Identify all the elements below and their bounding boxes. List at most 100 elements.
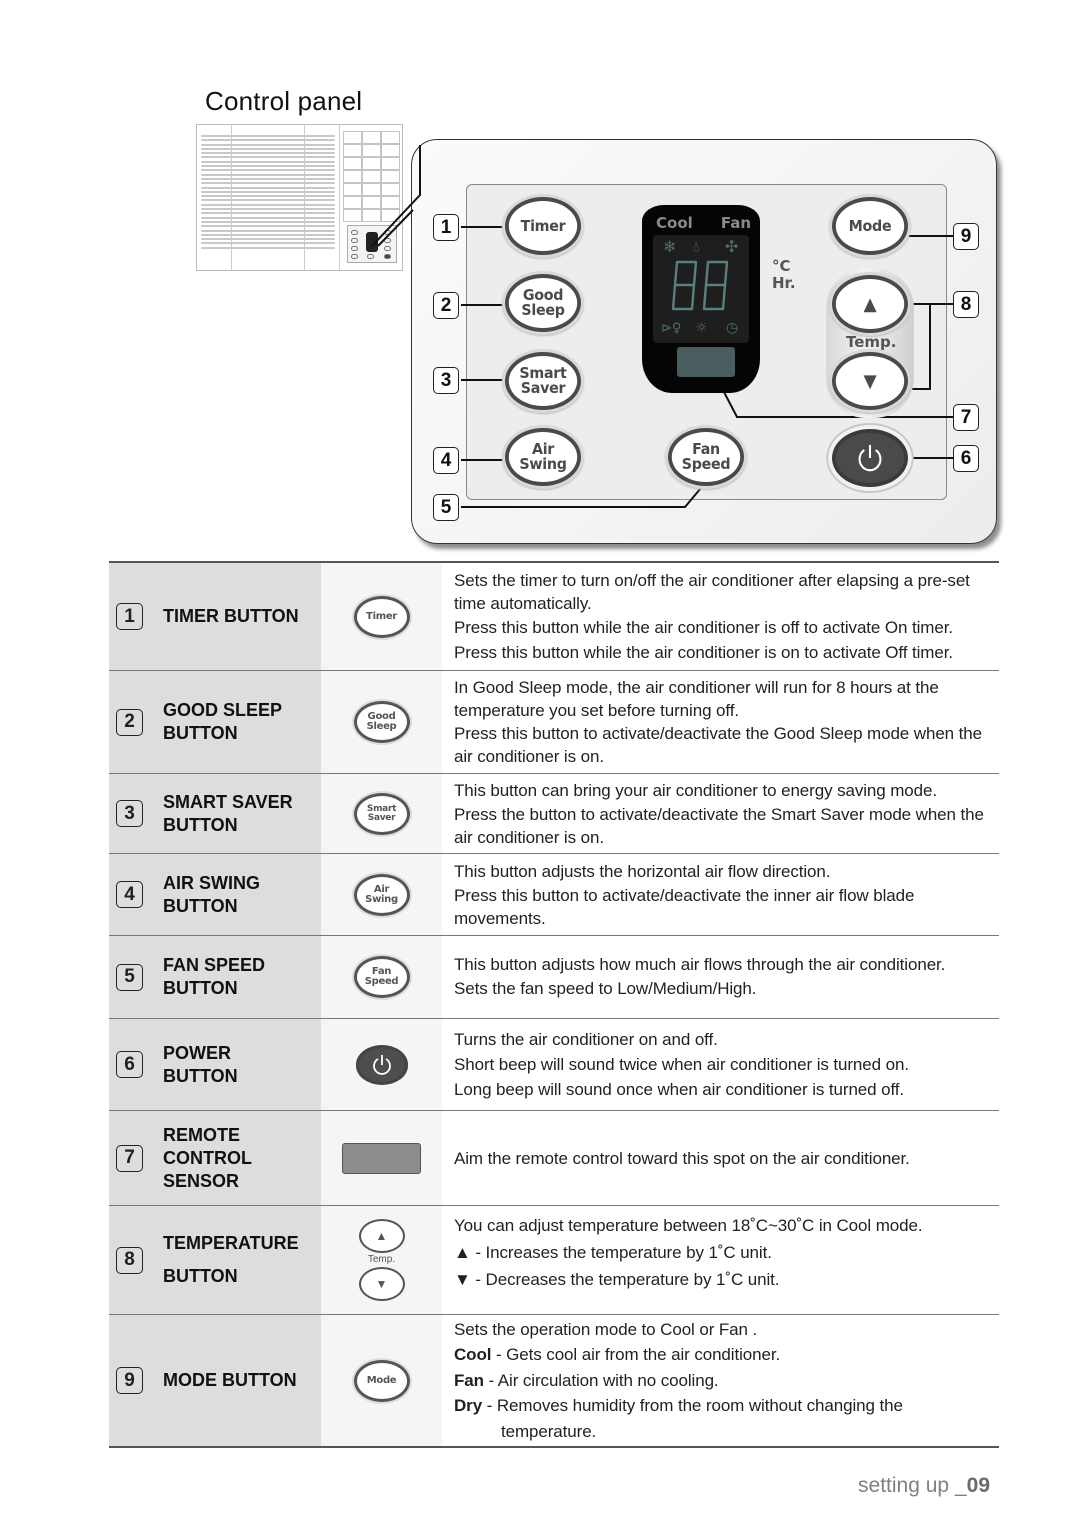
callout-4: 4 bbox=[433, 447, 459, 474]
sleep-icon: ⊳♀ bbox=[661, 321, 682, 336]
row-label: 7 REMOTE CONTROL SENSOR bbox=[109, 1111, 321, 1205]
row-icon-cell: Fan Speed bbox=[321, 936, 442, 1018]
fan-icon: ✣ bbox=[725, 237, 739, 256]
callout-8: 8 bbox=[953, 291, 979, 318]
fan-speed-button-icon: Fan Speed bbox=[353, 956, 410, 998]
side-vent-cell bbox=[381, 131, 400, 144]
triangle-up-icon: ▲ bbox=[863, 293, 877, 315]
power-button-icon bbox=[355, 1044, 408, 1085]
seven-segment-digits bbox=[671, 260, 729, 311]
row-icon-cell bbox=[321, 1019, 442, 1110]
table-row-smart-saver: 3 SMART SAVER BUTTON Smart Saver This butt… bbox=[109, 774, 999, 854]
unit-button bbox=[384, 246, 391, 251]
grille-slat bbox=[201, 190, 335, 193]
row-name: MODE BUTTON bbox=[163, 1370, 297, 1390]
good-sleep-button[interactable]: Good Sleep bbox=[505, 274, 581, 332]
grille-slat bbox=[201, 220, 335, 223]
lcd-mode-fan: Fan bbox=[720, 214, 751, 232]
description-line: Aim the remote control toward this spot … bbox=[454, 1148, 910, 1168]
table-row-remote-sensor: 7 REMOTE CONTROL SENSOR Aim the remote con… bbox=[109, 1111, 999, 1206]
callout-7: 7 bbox=[953, 404, 979, 431]
side-vent-cell bbox=[362, 131, 381, 144]
air-swing-button[interactable]: Air Swing bbox=[505, 428, 581, 486]
air-swing-button-icon: Air Swing bbox=[353, 873, 410, 916]
celsius-label: °C bbox=[772, 257, 791, 275]
table-row-timer: 1 TIMER BUTTON Timer Sets the timer to t… bbox=[109, 563, 999, 671]
side-vent-cell bbox=[343, 209, 362, 222]
fan-speed-label: Speed bbox=[681, 455, 731, 473]
table-row-fan-speed: 5 FAN SPEED BUTTON Fan Speed This button a… bbox=[109, 936, 999, 1019]
temp-up-button[interactable]: ▲ bbox=[832, 275, 908, 333]
grille-slat bbox=[201, 246, 335, 249]
description-line: Sets the fan speed to Low/Medium/High. bbox=[454, 979, 757, 998]
row-name: SMART SAVER BUTTON bbox=[163, 791, 293, 835]
unit-button bbox=[384, 254, 391, 259]
row-label: 6 POWER BUTTON bbox=[109, 1019, 321, 1110]
grille-slat bbox=[201, 225, 335, 228]
grille-divider bbox=[231, 125, 232, 270]
row-description: Sets the operation mode to Cool or Fan .… bbox=[442, 1315, 999, 1446]
row-number: 8 bbox=[116, 1246, 143, 1274]
description-line: This button adjusts how much air flows t… bbox=[454, 955, 946, 974]
row-icon-cell: Smart Saver bbox=[321, 774, 442, 853]
row-description: This button can bring your air condition… bbox=[442, 774, 999, 853]
table-row-air-swing: 4 AIR SWING BUTTON Air Swing This button a… bbox=[109, 854, 999, 936]
page-footer: setting up _09 bbox=[858, 1474, 990, 1498]
row-number: 2 bbox=[116, 708, 143, 736]
unit-control-area bbox=[347, 225, 397, 263]
grille-slat bbox=[201, 135, 335, 137]
timer-button-icon: Timer bbox=[353, 595, 410, 638]
good-sleep-button-icon: Good Sleep bbox=[353, 701, 410, 743]
power-button[interactable] bbox=[832, 429, 908, 487]
callout-6: 6 bbox=[953, 445, 979, 472]
callout-3: 3 bbox=[433, 367, 459, 394]
snowflake-icon: ❄ bbox=[663, 237, 677, 256]
unit-button bbox=[351, 230, 358, 235]
description-line: Press this button to activate/deactivate… bbox=[454, 724, 982, 766]
row-icon-cell: Air Swing bbox=[321, 854, 442, 935]
fan-speed-button[interactable]: Fan Speed bbox=[668, 428, 744, 486]
side-vent-cell bbox=[343, 170, 362, 183]
triangle-up-icon: ▲ bbox=[358, 1219, 405, 1253]
unit-button bbox=[351, 254, 358, 259]
row-name: TIMER BUTTON bbox=[163, 606, 299, 626]
row-label: 9 MODE BUTTON bbox=[109, 1315, 321, 1446]
row-description: This button adjusts how much air flows t… bbox=[442, 936, 999, 1018]
row-description: Turns the air conditioner on and off. Sh… bbox=[442, 1019, 999, 1110]
row-label: 8 TEMPERATURE BUTTON bbox=[109, 1206, 321, 1314]
triangle-down-icon: ▼ bbox=[358, 1267, 405, 1301]
mode-button[interactable]: Mode bbox=[832, 197, 908, 255]
table-row-temperature: 8 TEMPERATURE BUTTON ▲ Temp. ▼ You can ad… bbox=[109, 1206, 999, 1315]
side-vent-cell bbox=[343, 157, 362, 170]
page-title: Control panel bbox=[205, 86, 363, 116]
description-line: You can adjust temperature between 18˚C~… bbox=[454, 1216, 923, 1235]
power-icon bbox=[858, 445, 882, 472]
grille-slat bbox=[201, 186, 335, 189]
callout-2: 2 bbox=[433, 292, 459, 319]
description-line: This button can bring your air condition… bbox=[454, 781, 937, 800]
side-vent bbox=[343, 131, 401, 223]
row-name: AIR SWING BUTTON bbox=[163, 872, 260, 916]
description-line: In Good Sleep mode, the air conditioner … bbox=[454, 678, 939, 720]
grille-slat bbox=[201, 182, 335, 185]
grille-slat bbox=[201, 156, 335, 159]
row-label: 1 TIMER BUTTON bbox=[109, 563, 321, 670]
grille-divider bbox=[339, 125, 340, 270]
description-line: Turns the air conditioner on and off. bbox=[454, 1030, 718, 1049]
row-icon-cell: Mode bbox=[321, 1315, 442, 1446]
grille-slat bbox=[201, 152, 335, 155]
timer-button[interactable]: Timer bbox=[505, 197, 581, 255]
mode-cool-line: Cool - Gets cool air from the air condit… bbox=[454, 1345, 781, 1365]
row-label: 3 SMART SAVER BUTTON bbox=[109, 774, 321, 853]
row-description: In Good Sleep mode, the air conditioner … bbox=[442, 671, 999, 773]
row-number: 9 bbox=[116, 1367, 143, 1394]
side-vent-cell bbox=[381, 196, 400, 209]
power-icon bbox=[372, 1054, 391, 1075]
side-vent-cell bbox=[381, 183, 400, 196]
temp-down-button[interactable]: ▼ bbox=[832, 352, 908, 410]
smart-saver-button-icon: Smart Saver bbox=[353, 792, 410, 835]
grille-slat bbox=[201, 208, 335, 211]
grille-slat bbox=[201, 139, 335, 142]
unit-button bbox=[351, 246, 358, 251]
smart-saver-button[interactable]: Smart Saver bbox=[505, 352, 581, 410]
